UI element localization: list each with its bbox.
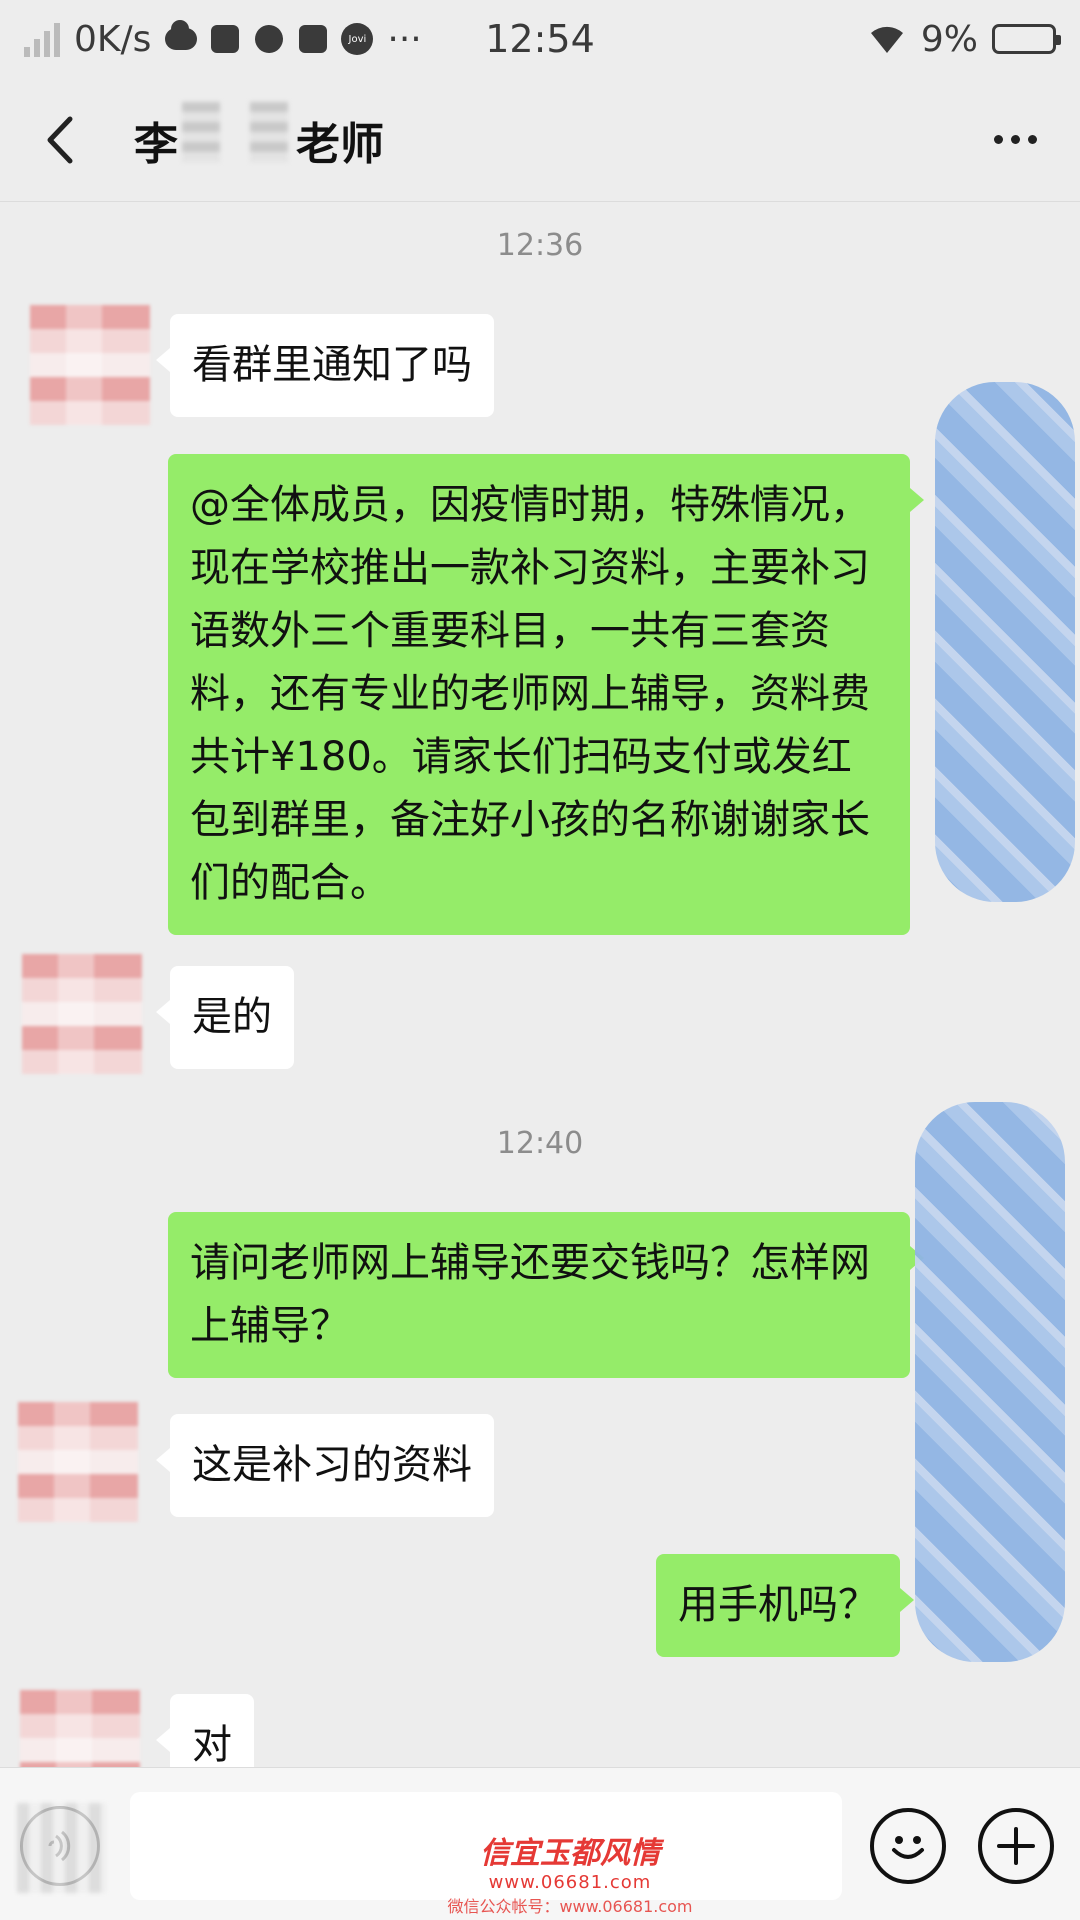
avatar[interactable]: [18, 1402, 138, 1522]
message-bubble-outgoing[interactable]: 用手机吗？: [656, 1554, 914, 1657]
message-bubble-incoming[interactable]: 对: [156, 1694, 254, 1767]
app-icon: [211, 25, 240, 53]
add-button[interactable]: [978, 1808, 1054, 1884]
redaction-scribble: [935, 382, 1075, 902]
title-prefix: 李: [134, 118, 178, 170]
wifi-icon: [867, 23, 907, 55]
square-app-icon: [299, 25, 328, 53]
voice-button[interactable]: [17, 1803, 107, 1893]
redaction-scribble: [915, 1102, 1065, 1662]
cloud-icon: [165, 20, 198, 50]
emoji-button[interactable]: [870, 1808, 946, 1884]
plus-icon: [997, 1827, 1035, 1865]
status-bar: 0K/s Jovi ··· 12:54 9%: [0, 0, 1080, 78]
nav-bar: 李 老师: [0, 78, 1080, 202]
redaction-blur: [17, 1803, 107, 1893]
chat-screen: 0K/s Jovi ··· 12:54 9% 李 老师 12:36 看群里通知了吗…: [0, 0, 1080, 1920]
emoji-icon: [892, 1836, 924, 1859]
input-bar: 信宜玉都风情 www.06681.com 微信公众帐号：www.06681.co…: [0, 1767, 1080, 1920]
avatar[interactable]: [30, 305, 150, 425]
avatar[interactable]: [20, 1690, 140, 1767]
more-dot: [1010, 135, 1020, 144]
status-right: 9%: [867, 18, 1061, 60]
message-bubble-incoming[interactable]: 看群里通知了吗: [156, 314, 494, 417]
message-bubble-incoming[interactable]: 这是补习的资料: [156, 1414, 494, 1517]
message-input[interactable]: [130, 1792, 842, 1900]
more-notifications: ···: [387, 18, 422, 60]
battery-icon: [992, 24, 1061, 54]
signal-icon: [24, 21, 60, 57]
more-dot: [1027, 135, 1037, 144]
status-left: 0K/s Jovi ···: [24, 19, 867, 60]
pinwheel-icon: [253, 23, 285, 55]
redaction-blur: [250, 101, 288, 162]
message-bubble-outgoing[interactable]: @全体成员，因疫情时期，特殊情况，现在学校推出一款补习资料，主要补习语数外三个重…: [168, 454, 924, 935]
avatar[interactable]: [22, 954, 142, 1074]
message-bubble-outgoing[interactable]: 请问老师网上辅导还要交钱吗？怎样网上辅导？: [168, 1212, 924, 1378]
jovi-icon: Jovi: [341, 23, 374, 55]
battery-percent: 9%: [920, 18, 978, 60]
timestamp: 12:36: [496, 228, 584, 263]
page-title: 李 老师: [134, 101, 384, 172]
more-dot: [993, 135, 1003, 144]
redaction-blur: [182, 101, 220, 162]
more-button[interactable]: [980, 110, 1050, 170]
chat-area[interactable]: 12:36 看群里通知了吗 @全体成员，因疫情时期，特殊情况，现在学校推出一款补…: [0, 202, 1080, 1767]
network-speed: 0K/s: [74, 18, 152, 60]
jovi-label: Jovi: [348, 33, 367, 45]
chevron-left-icon: [47, 116, 73, 163]
title-suffix: 老师: [296, 118, 384, 170]
back-button[interactable]: [30, 110, 90, 170]
message-bubble-incoming[interactable]: 是的: [156, 966, 294, 1069]
